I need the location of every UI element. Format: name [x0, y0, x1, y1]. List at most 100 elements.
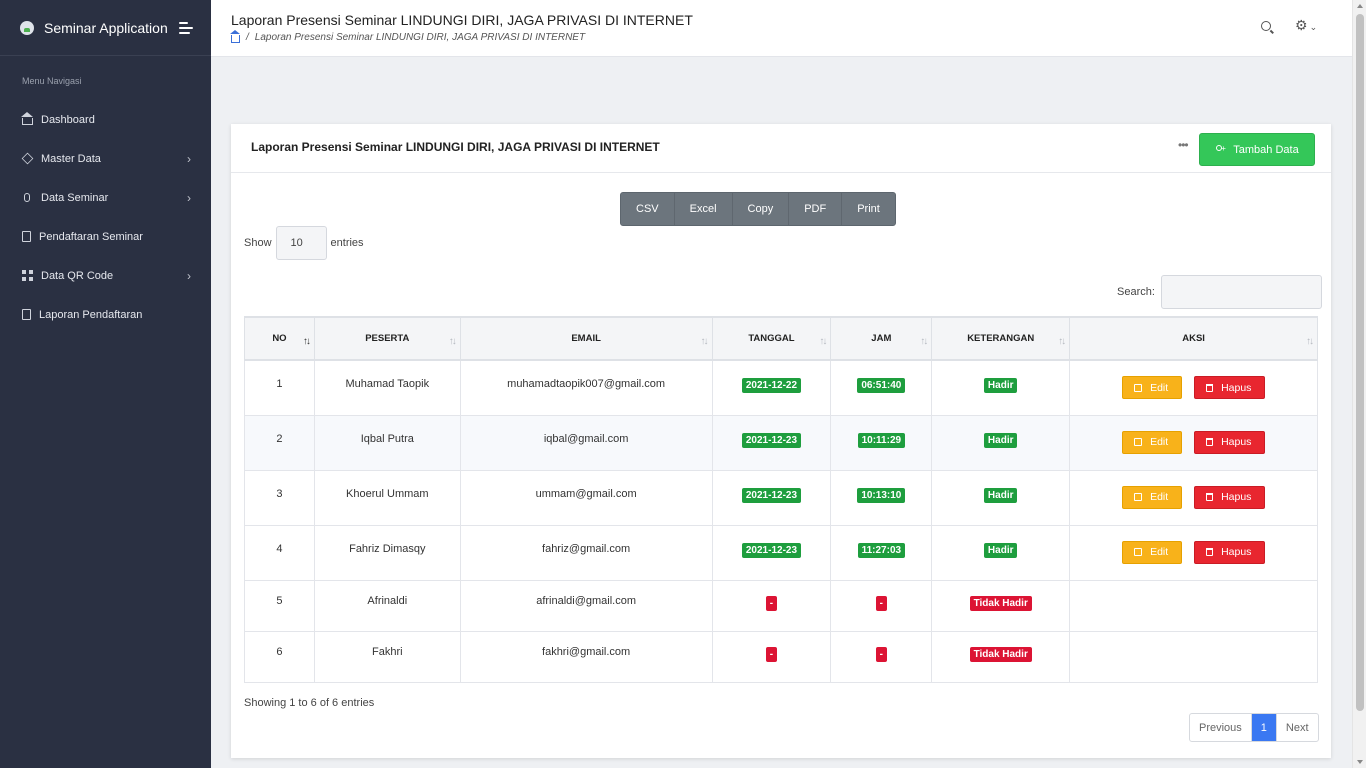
column-header[interactable]: EMAIL ↑↓	[459, 316, 713, 361]
sidebar-item-label: Pendaftaran Seminar	[39, 230, 143, 243]
column-header[interactable]: AKSI ↑↓	[1069, 316, 1318, 361]
gear-icon: ⚙	[1295, 17, 1308, 33]
column-header[interactable]: TANGGAL ↑↓	[711, 316, 832, 361]
sort-icon: ↑↓	[700, 336, 709, 347]
menu-toggle-icon[interactable]	[179, 21, 193, 34]
next-page-button[interactable]: Next	[1275, 714, 1318, 741]
page-scrollbar[interactable]	[1352, 0, 1366, 768]
search-icon[interactable]	[1261, 21, 1271, 31]
chevron-right-icon: ›	[187, 151, 191, 166]
pdf-button[interactable]: PDF	[789, 193, 843, 225]
menu-label: Menu Navigasi	[22, 76, 82, 86]
cell-email: fakhri@gmail.com	[459, 630, 713, 683]
status-badge: Tidak Hadir	[969, 595, 1032, 611]
brand: Seminar Application	[0, 0, 211, 56]
sidebar-item-label: Laporan Pendaftaran	[39, 308, 143, 321]
card-title: Laporan Presensi Seminar LINDUNGI DIRI, …	[251, 140, 660, 154]
clipboard-icon	[22, 309, 31, 320]
print-button[interactable]: Print	[842, 193, 895, 225]
cell-peserta: Iqbal Putra	[313, 414, 461, 471]
cell-no: 6	[244, 630, 315, 683]
cell-peserta: Afrinaldi	[313, 579, 461, 632]
date-badge: 2021-12-22	[741, 378, 802, 393]
top-header: Laporan Presensi Seminar LINDUNGI DIRI, …	[211, 0, 1352, 57]
cell-email: ummam@gmail.com	[459, 469, 713, 526]
user-plus-icon	[1215, 144, 1226, 155]
delete-button[interactable]: Hapus	[1194, 485, 1266, 509]
breadcrumb-current: Laporan Presensi Seminar LINDUNGI DIRI, …	[254, 32, 586, 43]
delete-button[interactable]: Hapus	[1194, 540, 1266, 564]
app-logo	[20, 20, 34, 35]
sidebar-item-data-seminar[interactable]: Data Seminar ›	[0, 178, 211, 217]
sidebar-item-pendaftaran-seminar[interactable]: Pendaftaran Seminar	[0, 217, 211, 256]
sidebar-item-laporan-pendaftaran[interactable]: Laporan Pendaftaran	[0, 295, 211, 334]
add-data-button[interactable]: Tambah Data	[1199, 133, 1315, 166]
page-1-button[interactable]: 1	[1251, 714, 1276, 741]
sidebar-item-label: Master Data	[41, 152, 101, 165]
edit-button[interactable]: Edit	[1122, 485, 1183, 509]
trash-icon	[1206, 548, 1214, 556]
entries-length-control: Show 10 entries	[244, 226, 364, 260]
cell-email: fahriz@gmail.com	[459, 524, 713, 581]
home-icon[interactable]	[230, 30, 240, 43]
column-header[interactable]: NO ↑↓	[244, 316, 315, 361]
column-header[interactable]: KETERANGAN ↑↓	[931, 316, 1071, 361]
book-icon	[22, 231, 31, 242]
trash-icon	[1206, 383, 1214, 392]
mic-icon	[24, 193, 30, 202]
column-header[interactable]: PESERTA ↑↓	[313, 316, 461, 361]
sidebar-item-data-qr-code[interactable]: Data QR Code ›	[0, 256, 211, 295]
cell-no: 1	[244, 359, 315, 416]
chevron-right-icon: ›	[187, 190, 191, 205]
show-label: Show	[244, 237, 272, 249]
edit-button[interactable]: Edit	[1122, 540, 1183, 564]
cell-peserta: Fahriz Dimasqy	[313, 524, 461, 581]
column-header[interactable]: JAM ↑↓	[830, 316, 933, 361]
edit-icon	[1134, 438, 1143, 446]
time-badge: 10:11:29	[857, 432, 906, 448]
time-badge: 10:13:10	[857, 487, 906, 503]
date-badge: 2021-12-23	[741, 432, 802, 448]
excel-button[interactable]: Excel	[674, 193, 733, 225]
scroll-down-icon[interactable]	[1357, 760, 1363, 764]
breadcrumb-separator: /	[246, 32, 249, 43]
status-badge: Hadir	[983, 487, 1018, 503]
edit-button[interactable]: Edit	[1122, 430, 1183, 454]
time-badge: 06:51:40	[857, 378, 906, 393]
edit-button[interactable]: Edit	[1122, 376, 1183, 399]
sidebar-item-label: Data Seminar	[41, 191, 109, 204]
csv-button[interactable]: CSV	[621, 193, 675, 225]
status-badge: Hadir	[983, 432, 1018, 448]
cell-no: 5	[244, 579, 315, 632]
cell-peserta: Muhamad Taopik	[313, 359, 461, 416]
scroll-up-icon[interactable]	[1357, 4, 1363, 8]
status-badge: Hadir	[983, 542, 1018, 558]
sidebar-item-dashboard[interactable]: Dashboard	[0, 100, 211, 139]
trash-icon	[1206, 438, 1214, 446]
home-icon	[21, 112, 33, 125]
sort-icon: ↑↓	[448, 336, 457, 347]
date-badge: 2021-12-23	[741, 542, 802, 558]
grid-icon	[22, 270, 33, 281]
sidebar-item-master-data[interactable]: Master Data ›	[0, 139, 211, 178]
delete-button[interactable]: Hapus	[1194, 376, 1266, 399]
more-options-icon[interactable]: •••	[1178, 138, 1189, 152]
scrollbar-thumb[interactable]	[1356, 14, 1364, 711]
delete-button[interactable]: Hapus	[1194, 430, 1266, 454]
entries-label: entries	[330, 237, 364, 249]
entries-select[interactable]: 10	[275, 226, 327, 260]
table-row: 3 Khoerul Ummam ummam@gmail.com 2021-12-…	[244, 469, 1318, 526]
card-header: Laporan Presensi Seminar LINDUNGI DIRI, …	[231, 124, 1331, 173]
copy-button[interactable]: Copy	[732, 193, 790, 225]
cell-no: 4	[244, 524, 315, 581]
previous-page-button[interactable]: Previous	[1190, 714, 1252, 741]
search-input[interactable]	[1160, 275, 1322, 309]
sort-icon: ↑↓	[302, 336, 311, 347]
attendance-table: NO ↑↓ PESERTA ↑↓ EMAIL ↑↓ TANGGAL ↑↓ JAM ↑↓ K…	[244, 316, 1318, 683]
cell-peserta: Fakhri	[313, 630, 461, 683]
sort-icon: ↑↓	[1306, 336, 1314, 347]
status-badge: Hadir	[983, 378, 1018, 393]
table-row: 5 Afrinaldi afrinaldi@gmail.com - - Tida…	[244, 579, 1318, 632]
settings-dropdown[interactable]: ⚙ ⌄	[1295, 17, 1317, 34]
edit-icon	[1134, 548, 1143, 556]
